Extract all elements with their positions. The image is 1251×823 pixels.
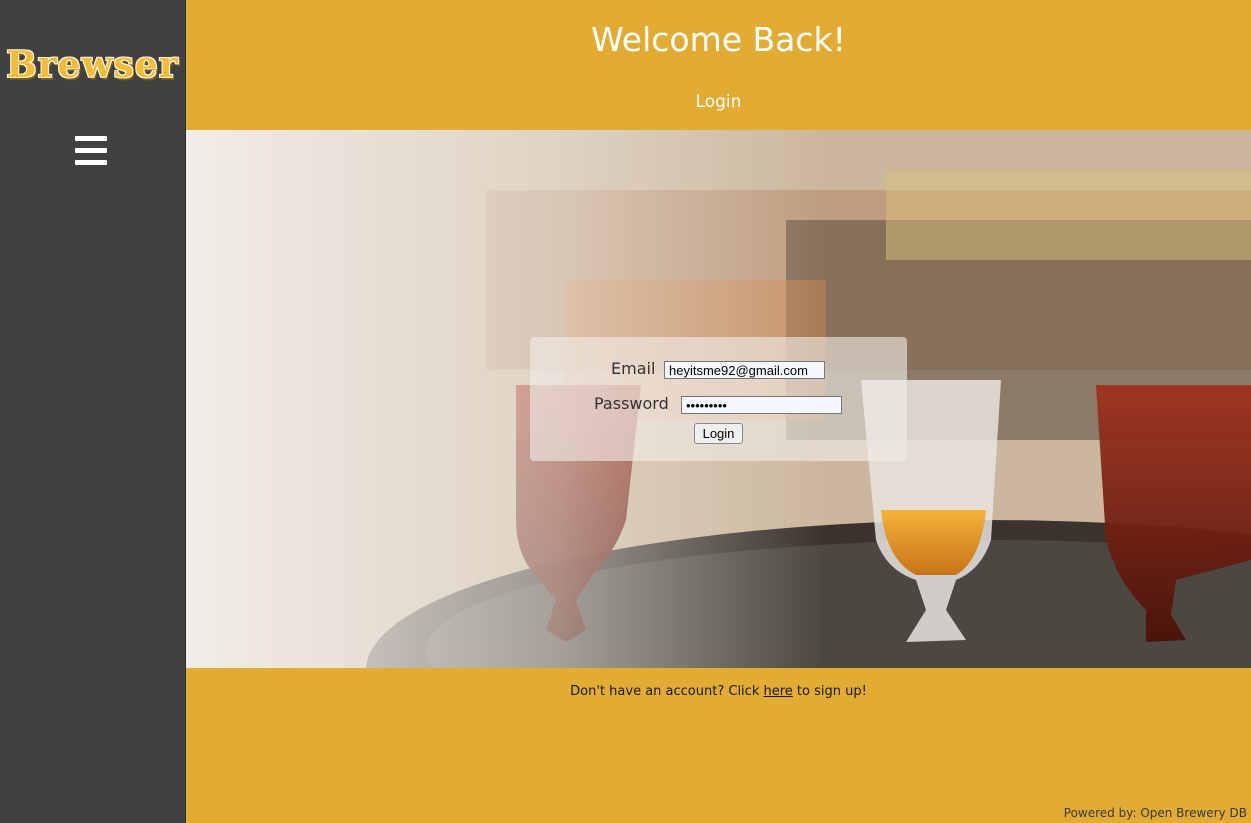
signup-link[interactable]: here bbox=[763, 684, 792, 699]
signup-prefix: Don't have an account? Click bbox=[570, 684, 764, 699]
password-label: Password bbox=[594, 394, 669, 413]
page-header: Welcome Back! Login bbox=[186, 0, 1251, 130]
password-input[interactable] bbox=[681, 396, 842, 414]
login-button[interactable]: Login bbox=[694, 423, 743, 444]
hero-image: Email Password Login bbox=[186, 130, 1251, 668]
powered-by-footer: Powered by: Open Brewery DB bbox=[1063, 806, 1247, 820]
signup-prompt: Don't have an account? Click here to sig… bbox=[186, 684, 1251, 699]
sidebar: Brewser bbox=[0, 0, 186, 823]
brand-logo[interactable]: Brewser bbox=[0, 44, 185, 86]
login-form: Email Password Login bbox=[530, 337, 907, 461]
signup-suffix: to sign up! bbox=[792, 684, 867, 699]
main-content: Welcome Back! Login Email heyitsme92@gma… bbox=[186, 0, 1251, 823]
page-subtitle: Login bbox=[695, 92, 742, 112]
page-title: Welcome Back! bbox=[591, 20, 846, 59]
email-label: Email bbox=[611, 359, 656, 378]
hamburger-menu-icon[interactable] bbox=[75, 136, 108, 166]
email-input[interactable] bbox=[664, 361, 825, 379]
